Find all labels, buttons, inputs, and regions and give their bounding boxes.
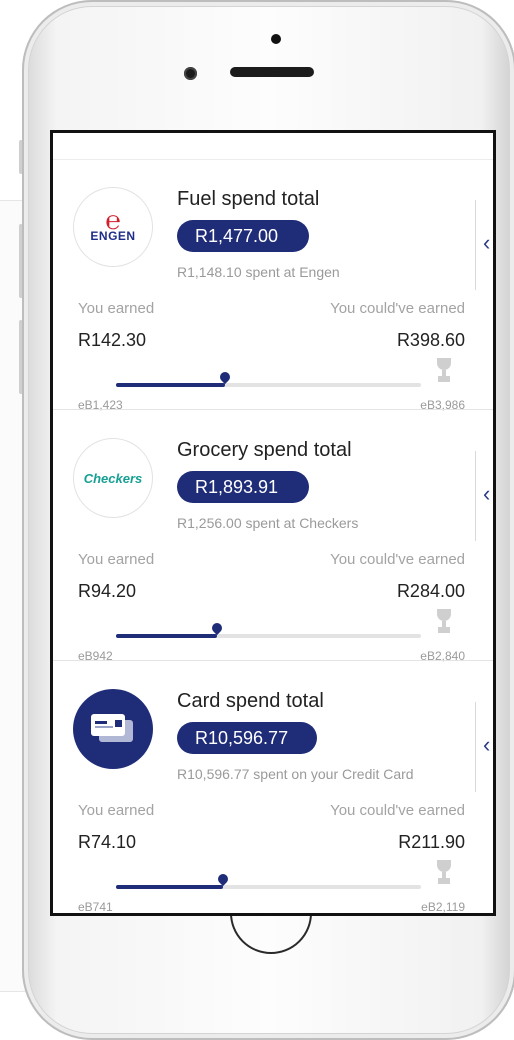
spend-total-badge: R1,893.91 (177, 471, 309, 503)
front-camera (184, 67, 197, 80)
card-divider (53, 409, 493, 410)
spend-total-badge: R1,477.00 (177, 220, 309, 252)
card-title: Fuel spend total (177, 188, 320, 210)
could-have-earned-label: You could've earned (330, 551, 465, 568)
spent-at-text: R1,256.00 spent at Checkers (177, 515, 359, 531)
spend-card-grocery[interactable]: Checkers Grocery spend total R1,893.91 R… (53, 411, 493, 663)
sensor-dot (271, 34, 281, 44)
earned-value: R94.20 (78, 581, 137, 601)
card-edge-divider (475, 200, 476, 290)
chevron-left-icon[interactable]: ‹ (483, 232, 490, 254)
you-earned-label: You earned (78, 551, 155, 568)
engen-logo-text: ENGEN (90, 229, 136, 243)
credit-card-icon (91, 714, 135, 744)
progress-fill (116, 634, 218, 638)
chevron-left-icon[interactable]: ‹ (483, 483, 490, 505)
engen-swirl-icon: ℮ (105, 205, 121, 235)
ebucks-earned: eB741 (78, 900, 113, 914)
you-earned-label: You earned (78, 802, 155, 819)
you-earned-label: You earned (78, 300, 155, 317)
progress-track (116, 369, 421, 387)
location-pin-icon (210, 620, 225, 636)
ebucks-max: eB2,119 (421, 900, 465, 914)
card-title: Card spend total (177, 690, 324, 712)
card-title: Grocery spend total (177, 439, 352, 461)
could-have-earned-label: You could've earned (330, 300, 465, 317)
spent-at-text: R1,148.10 spent at Engen (177, 264, 340, 280)
could-earn-value: R398.60 (396, 330, 465, 350)
trophy-icon (434, 358, 454, 386)
spend-card-fuel[interactable]: ℮ ENGEN Fuel spend total R1,477.00 R1,14… (53, 160, 493, 412)
card-divider (53, 660, 493, 661)
spent-at-text: R10,596.77 spent on your Credit Card (177, 766, 414, 782)
card-edge-divider (475, 702, 476, 792)
progress-track (116, 620, 421, 638)
spend-card-credit-card[interactable]: Card spend total R10,596.77 R10,596.77 s… (53, 662, 493, 914)
trophy-icon (434, 609, 454, 637)
trophy-icon (434, 860, 454, 888)
chevron-left-icon[interactable]: ‹ (483, 734, 490, 756)
location-pin-icon (215, 871, 230, 887)
card-edge-divider (475, 451, 476, 541)
spend-total-badge: R10,596.77 (177, 722, 317, 754)
progress-track (116, 871, 421, 889)
progress-fill (116, 885, 223, 889)
could-earn-value: R284.00 (396, 581, 465, 601)
location-pin-icon (217, 369, 232, 385)
credit-card-logo (73, 689, 153, 769)
earned-value: R142.30 (78, 330, 147, 350)
could-earn-value: R211.90 (398, 832, 465, 852)
progress-fill (116, 383, 225, 387)
earpiece-speaker (230, 67, 314, 77)
earned-value: R74.10 (78, 832, 137, 852)
could-have-earned-label: You could've earned (330, 802, 465, 819)
engen-logo: ℮ ENGEN (73, 187, 153, 267)
phone-screen: ℮ ENGEN Fuel spend total R1,477.00 R1,14… (50, 130, 496, 916)
checkers-logo: Checkers (73, 438, 153, 518)
checkers-logo-text: Checkers (83, 470, 143, 486)
